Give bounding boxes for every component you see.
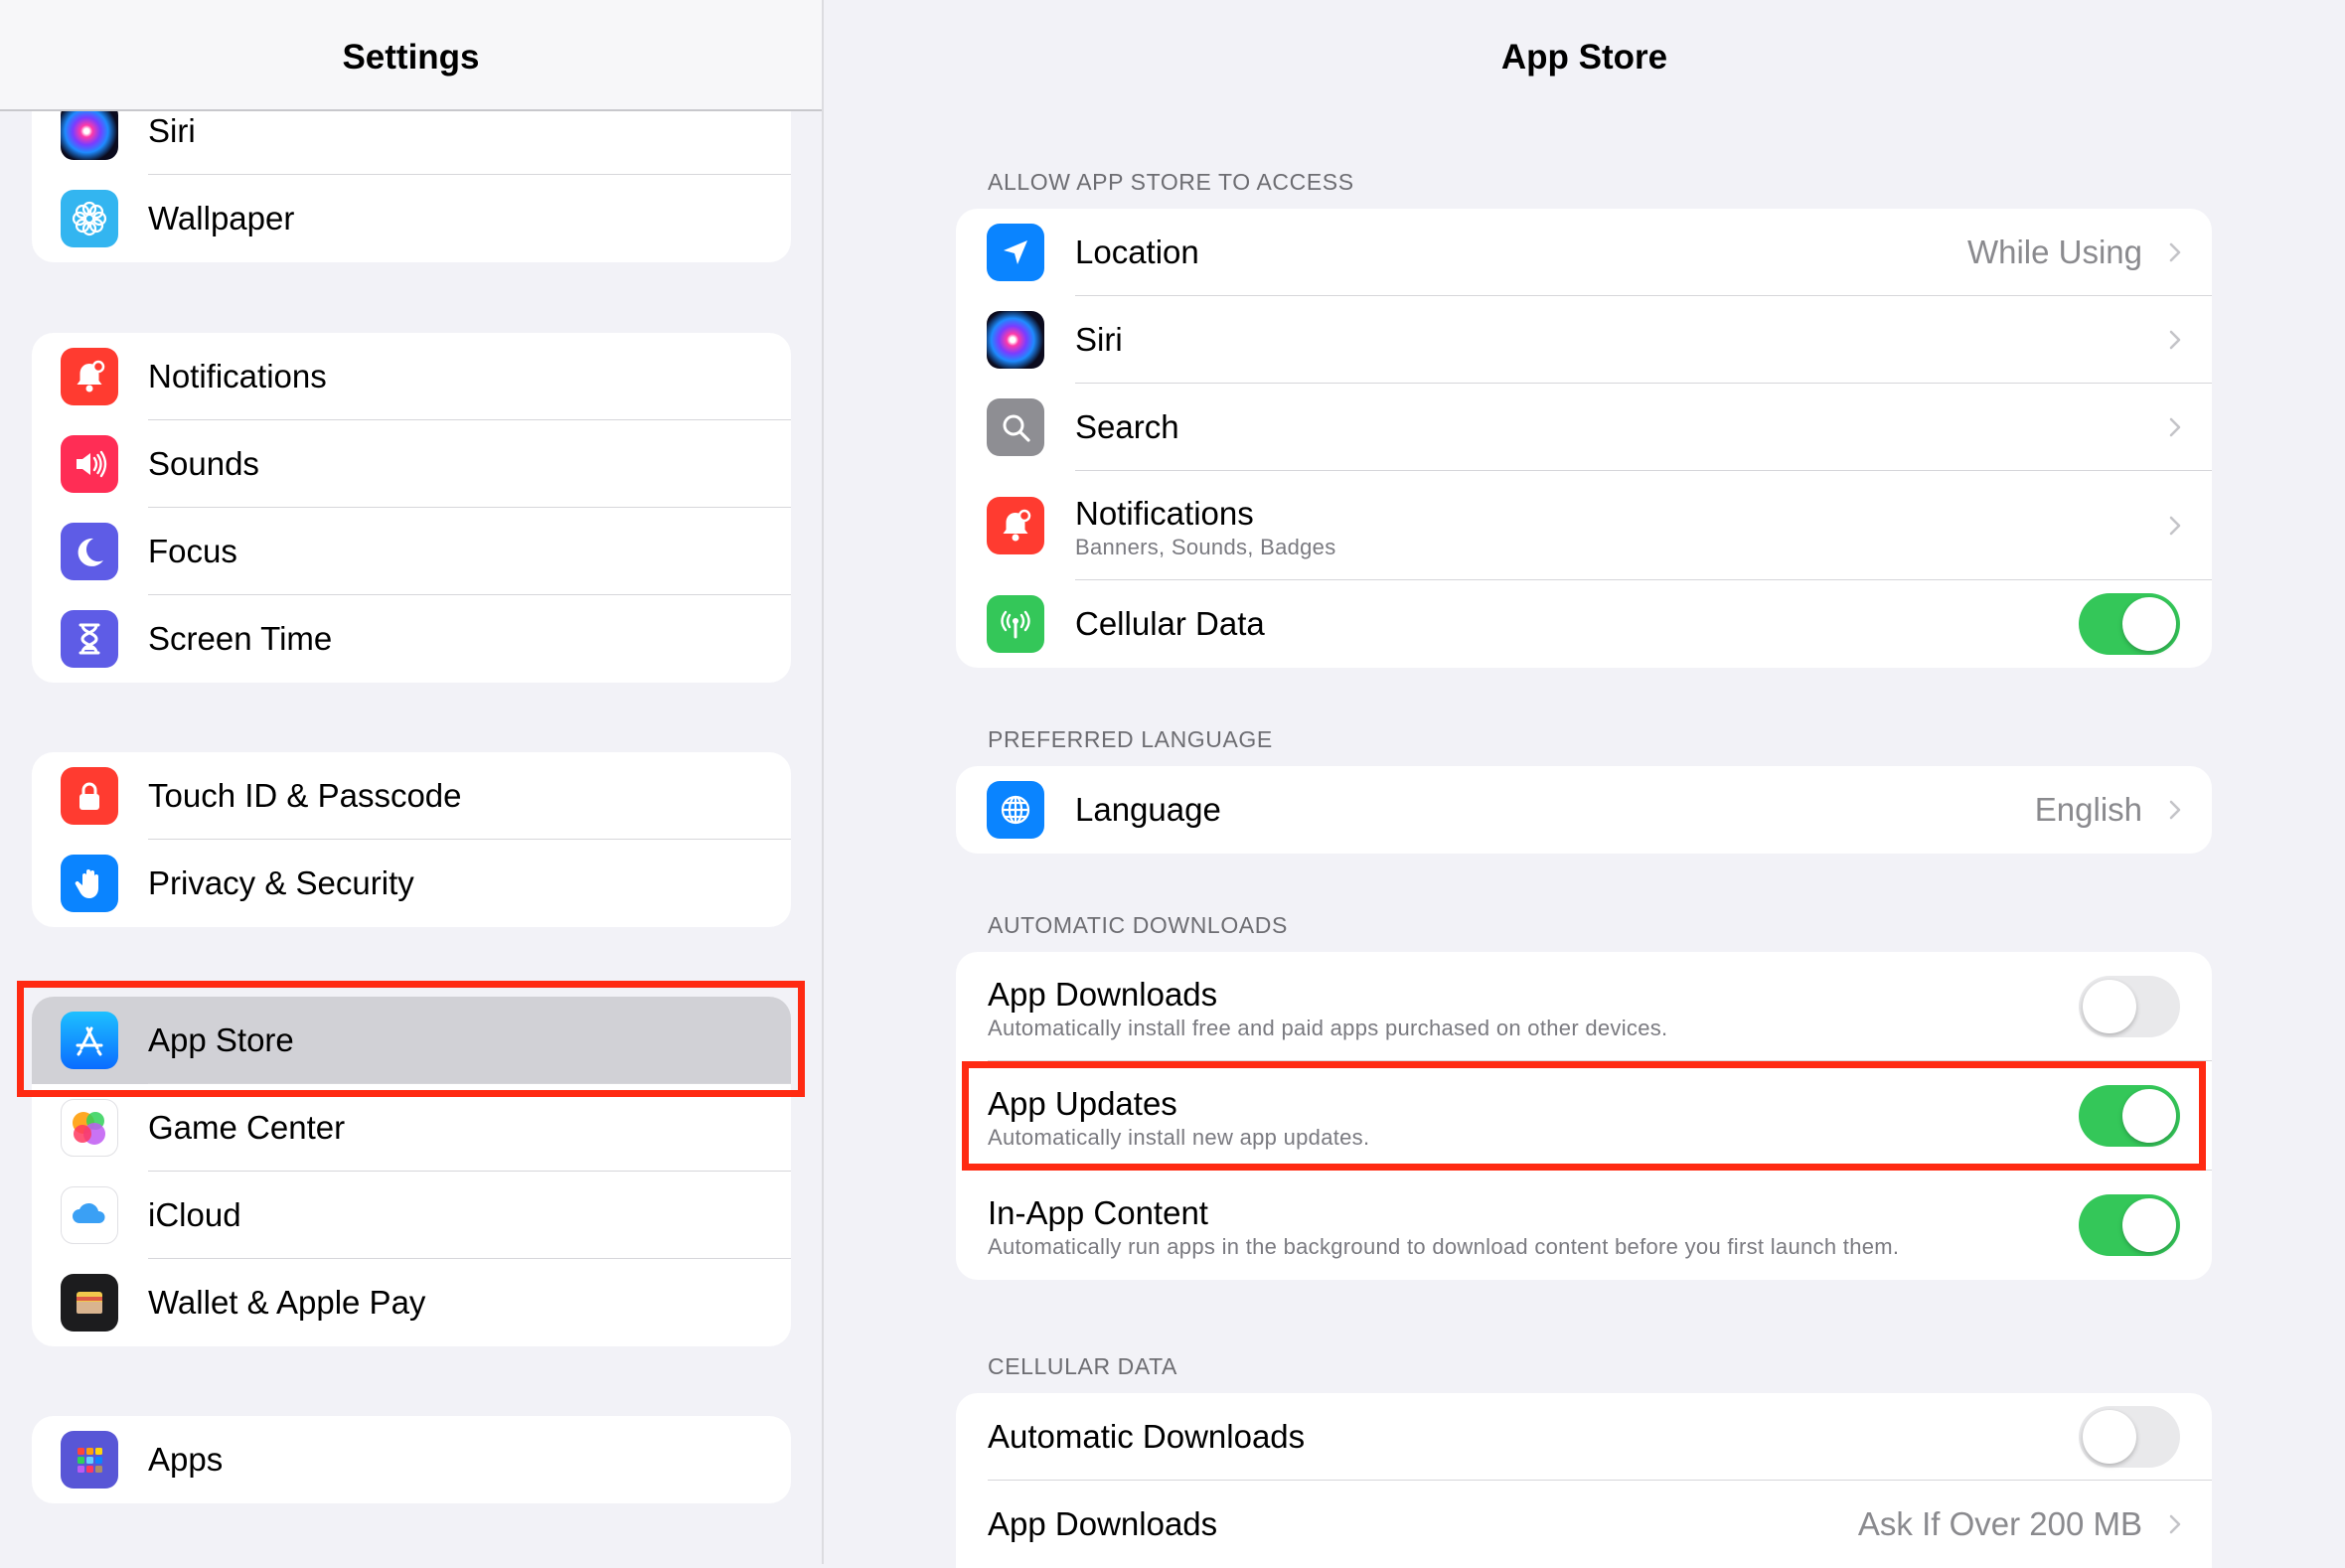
- section-header-access: ALLOW APP STORE TO ACCESS: [988, 169, 1354, 195]
- sidebar-item-privacy[interactable]: Privacy & Security: [32, 840, 791, 927]
- chevron-right-icon: [2169, 1514, 2181, 1534]
- settings-sidebar: Settings Siri Wallpaper Notifications So…: [0, 0, 824, 1564]
- cellular-group: Automatic Downloads App Downloads Ask If…: [956, 1393, 2212, 1568]
- sidebar-item-notifications[interactable]: Notifications: [32, 333, 791, 420]
- app-updates-row: App Updates Automatically install new ap…: [956, 1061, 2212, 1171]
- language-value: English: [2034, 791, 2142, 828]
- app-updates-toggle[interactable]: [2079, 1085, 2180, 1147]
- sidebar-title: Settings: [342, 38, 480, 77]
- sidebar-item-focus[interactable]: Focus: [32, 508, 791, 595]
- cellular-antenna-icon: [987, 595, 1044, 653]
- detail-title: App Store: [1500, 38, 1668, 77]
- screen-time-icon: [61, 610, 118, 668]
- game-center-icon: [61, 1099, 118, 1157]
- in-app-content-row: In-App Content Automatically run apps in…: [956, 1171, 2212, 1280]
- chevron-right-icon: [2169, 417, 2181, 437]
- focus-icon: [61, 523, 118, 580]
- chevron-right-icon: [2169, 800, 2181, 820]
- sidebar-item-wallpaper[interactable]: Wallpaper: [32, 175, 791, 262]
- sidebar-item-sounds[interactable]: Sounds: [32, 420, 791, 508]
- sidebar-item-wallet[interactable]: Wallet & Apple Pay: [32, 1259, 791, 1346]
- chevron-right-icon: [2169, 242, 2181, 262]
- lock-icon: [61, 767, 118, 825]
- cellular-app-downloads-value: Ask If Over 200 MB: [1857, 1505, 2142, 1542]
- app-store-icon: [61, 1012, 118, 1069]
- access-group: Location While Using Siri Search Notific…: [956, 209, 2212, 668]
- language-group: Language English: [956, 766, 2212, 854]
- app-downloads-row: App Downloads Automatically install free…: [956, 952, 2212, 1061]
- sidebar-group-1: Siri Wallpaper: [32, 87, 791, 262]
- sidebar-group-4: App Store Game Center iCloud Wallet & Ap…: [32, 997, 791, 1346]
- sidebar-item-app-store[interactable]: App Store: [32, 997, 791, 1084]
- cellular-data-toggle[interactable]: [2079, 593, 2180, 655]
- sidebar-group-5: Apps: [32, 1416, 791, 1503]
- notifications-row[interactable]: Notifications Banners, Sounds, Badges: [956, 471, 2212, 580]
- language-row[interactable]: Language English: [956, 766, 2212, 854]
- hand-icon: [61, 855, 118, 912]
- section-header-cellular: CELLULAR DATA: [988, 1353, 1178, 1379]
- cellular-data-row: Cellular Data: [956, 580, 2212, 668]
- notifications-subtitle: Banners, Sounds, Badges: [1075, 535, 1336, 559]
- notifications-icon: [61, 348, 118, 405]
- sidebar-item-touch-id[interactable]: Touch ID & Passcode: [32, 752, 791, 840]
- siri-icon: [987, 311, 1044, 369]
- app-store-settings-pane: App Store ALLOW APP STORE TO ACCESS Loca…: [824, 0, 2345, 1568]
- app-downloads-toggle[interactable]: [2079, 976, 2180, 1037]
- sidebar-item-icloud[interactable]: iCloud: [32, 1172, 791, 1259]
- automatic-downloads-row: Automatic Downloads: [956, 1393, 2212, 1481]
- chevron-right-icon: [2169, 330, 2181, 350]
- section-header-language: PREFERRED LANGUAGE: [988, 726, 1273, 752]
- siri-row[interactable]: Siri: [956, 296, 2212, 384]
- sidebar-item-apps[interactable]: Apps: [32, 1416, 791, 1503]
- wallpaper-icon: [61, 190, 118, 247]
- location-row[interactable]: Location While Using: [956, 209, 2212, 296]
- automatic-downloads-toggle[interactable]: [2079, 1406, 2180, 1468]
- sidebar-item-screen-time[interactable]: Screen Time: [32, 595, 791, 683]
- sounds-icon: [61, 435, 118, 493]
- globe-icon: [987, 781, 1044, 839]
- sidebar-item-game-center[interactable]: Game Center: [32, 1084, 791, 1172]
- wallet-icon: [61, 1274, 118, 1332]
- search-row[interactable]: Search: [956, 384, 2212, 471]
- cellular-app-downloads-row[interactable]: App Downloads Ask If Over 200 MB: [956, 1481, 2212, 1568]
- icloud-icon: [61, 1186, 118, 1244]
- notifications-icon: [987, 497, 1044, 554]
- sidebar-group-2: Notifications Sounds Focus Screen Time: [32, 333, 791, 683]
- auto-downloads-group: App Downloads Automatically install free…: [956, 952, 2212, 1280]
- sidebar-header: Settings: [0, 0, 822, 111]
- in-app-content-toggle[interactable]: [2079, 1194, 2180, 1256]
- search-icon: [987, 398, 1044, 456]
- sidebar-group-3: Touch ID & Passcode Privacy & Security: [32, 752, 791, 927]
- location-value: While Using: [1966, 234, 2142, 270]
- apps-grid-icon: [61, 1431, 118, 1489]
- section-header-auto-downloads: AUTOMATIC DOWNLOADS: [988, 912, 1288, 938]
- chevron-right-icon: [2169, 516, 2181, 536]
- location-arrow-icon: [987, 224, 1044, 281]
